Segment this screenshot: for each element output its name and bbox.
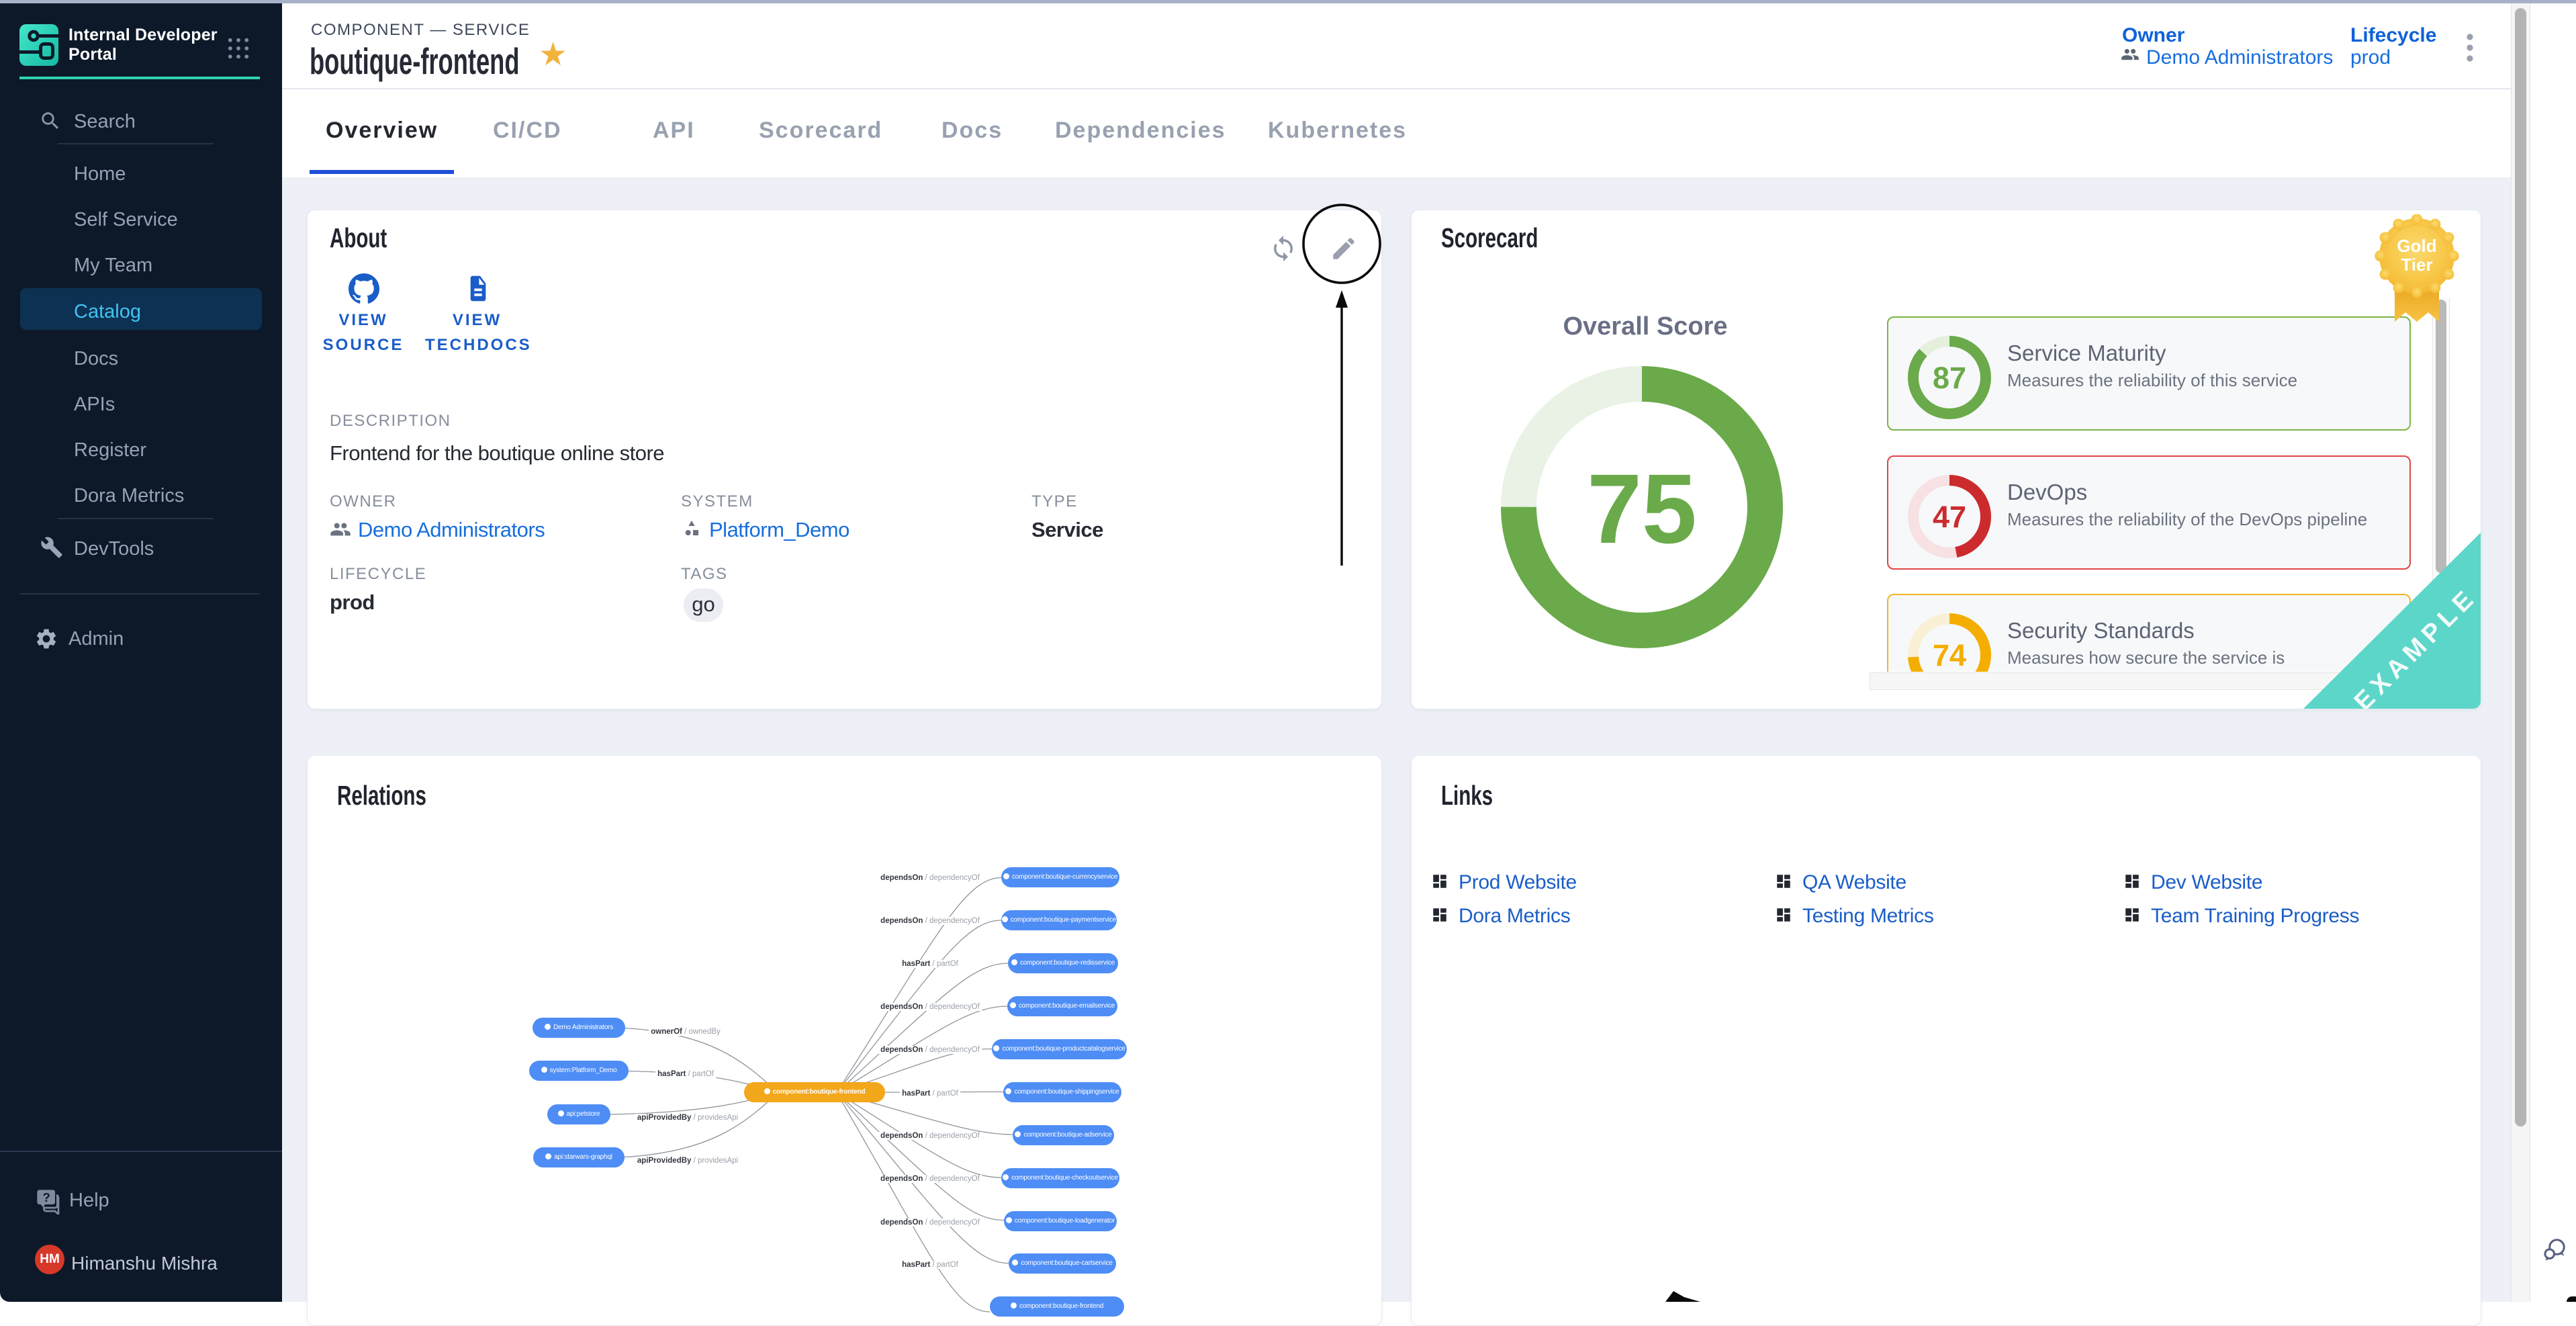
svg-text:Gold: Gold <box>2397 236 2436 256</box>
svg-text:Tier: Tier <box>2401 255 2432 275</box>
svg-text:?: ? <box>43 1190 50 1204</box>
